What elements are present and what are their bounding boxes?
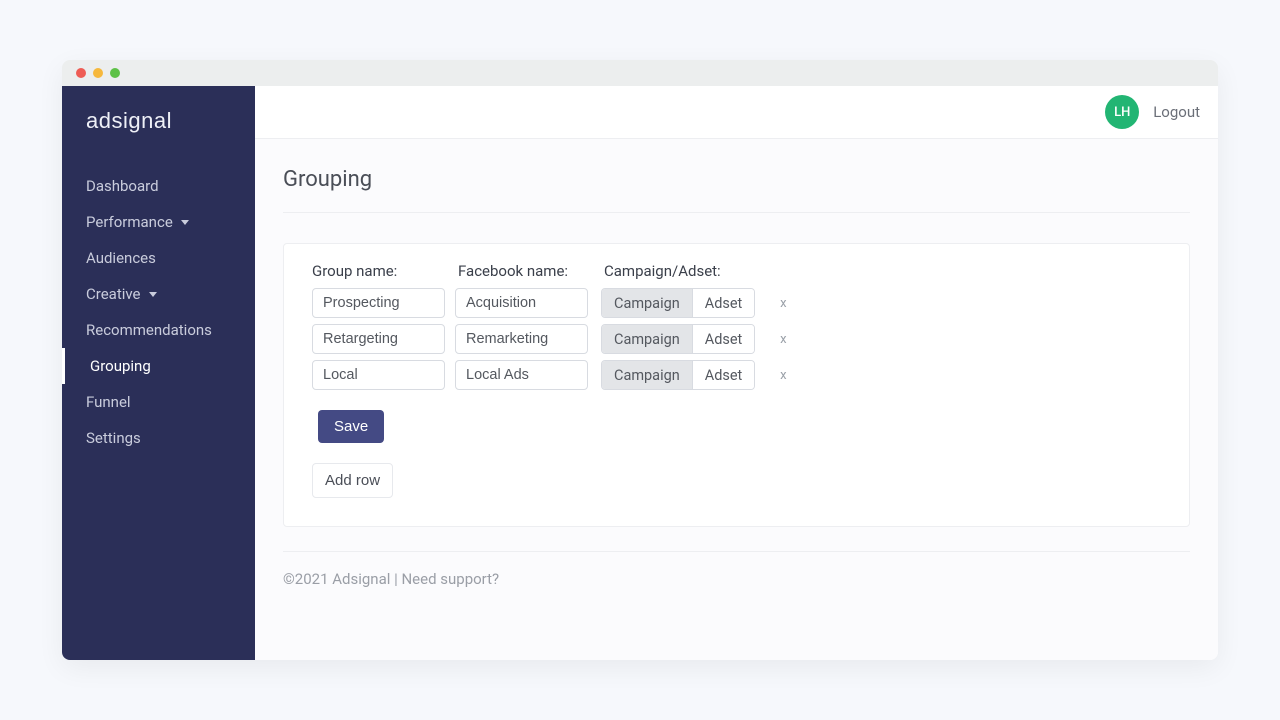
window-zoom-icon[interactable] (110, 68, 120, 78)
main-area: LH Logout Grouping Group name: Facebook … (255, 86, 1218, 660)
sidebar-item-audiences[interactable]: Audiences (62, 240, 255, 276)
sidebar-item-label: Funnel (86, 393, 131, 411)
footer-copyright: ©2021 Adsignal (283, 570, 390, 588)
table-row: CampaignAdset x (312, 288, 1161, 318)
sidebar-item-label: Dashboard (86, 177, 159, 195)
campaign-adset-toggle: CampaignAdset (601, 360, 755, 390)
sidebar-item-label: Creative (86, 285, 141, 303)
delete-row-icon[interactable]: x (775, 332, 791, 347)
sidebar-item-label: Settings (86, 429, 141, 447)
footer: ©2021 Adsignal | Need support? (283, 551, 1190, 588)
toggle-option-campaign[interactable]: Campaign (602, 325, 692, 353)
grid-rows: CampaignAdsetxCampaignAdsetxCampaignAdse… (312, 288, 1161, 390)
col-header-campaign-adset: Campaign/Adset: (604, 262, 754, 280)
window-close-icon[interactable] (76, 68, 86, 78)
content: Grouping Group name: Facebook name: Camp… (255, 139, 1218, 660)
campaign-adset-toggle: CampaignAdset (601, 288, 755, 318)
toggle-option-adset[interactable]: Adset (692, 289, 755, 317)
toggle-option-campaign[interactable]: Campaign (602, 289, 692, 317)
sidebar-item-creative[interactable]: Creative (62, 276, 255, 312)
save-button[interactable]: Save (318, 410, 384, 443)
sidebar-item-label: Audiences (86, 249, 156, 267)
group-name-input[interactable] (312, 360, 445, 390)
sidebar-item-dashboard[interactable]: Dashboard (62, 168, 255, 204)
col-header-group-name: Group name: (312, 262, 445, 280)
toggle-option-campaign[interactable]: Campaign (602, 361, 692, 389)
facebook-name-input[interactable] (455, 288, 588, 318)
app-root: adsignal Dashboard Performance Audiences Cr… (62, 86, 1218, 660)
table-row: CampaignAdset x (312, 360, 1161, 390)
sidebar-item-performance[interactable]: Performance (62, 204, 255, 240)
logout-link[interactable]: Logout (1153, 103, 1200, 121)
facebook-name-input[interactable] (455, 324, 588, 354)
avatar[interactable]: LH (1105, 95, 1139, 129)
group-name-input[interactable] (312, 324, 445, 354)
add-row-button[interactable]: Add row (312, 463, 393, 498)
sidebar-item-label: Performance (86, 213, 173, 231)
sidebar-nav: Dashboard Performance Audiences Creative Rec… (62, 168, 255, 456)
delete-row-icon[interactable]: x (775, 368, 791, 383)
sidebar-item-label: Grouping (90, 357, 151, 375)
window-minimize-icon[interactable] (93, 68, 103, 78)
sidebar-item-settings[interactable]: Settings (62, 420, 255, 456)
grouping-card: Group name: Facebook name: Campaign/Adse… (283, 243, 1190, 527)
table-row: CampaignAdset x (312, 324, 1161, 354)
toggle-option-adset[interactable]: Adset (692, 325, 755, 353)
sidebar-item-grouping[interactable]: Grouping (62, 348, 255, 384)
sidebar-item-recommendations[interactable]: Recommendations (62, 312, 255, 348)
toggle-option-adset[interactable]: Adset (692, 361, 755, 389)
brand-logo: adsignal (62, 86, 255, 168)
page-title: Grouping (283, 167, 1190, 213)
footer-separator: | (390, 570, 401, 588)
window-frame: adsignal Dashboard Performance Audiences Cr… (62, 60, 1218, 660)
sidebar-item-label: Recommendations (86, 321, 212, 339)
topbar: LH Logout (255, 86, 1218, 139)
support-link[interactable]: Need support? (401, 570, 499, 588)
delete-row-icon[interactable]: x (775, 296, 791, 311)
group-name-input[interactable] (312, 288, 445, 318)
chevron-down-icon (149, 292, 157, 297)
window-titlebar (62, 60, 1218, 86)
col-header-facebook-name: Facebook name: (458, 262, 591, 280)
sidebar-item-funnel[interactable]: Funnel (62, 384, 255, 420)
sidebar: adsignal Dashboard Performance Audiences Cr… (62, 86, 255, 660)
campaign-adset-toggle: CampaignAdset (601, 324, 755, 354)
grid-header: Group name: Facebook name: Campaign/Adse… (312, 262, 1161, 280)
facebook-name-input[interactable] (455, 360, 588, 390)
chevron-down-icon (181, 220, 189, 225)
